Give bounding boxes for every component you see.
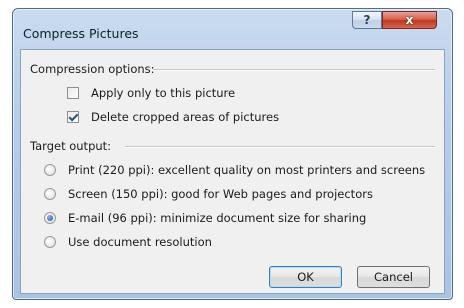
title-bar[interactable]: Compress Pictures ? x <box>13 9 452 43</box>
dialog-body: Compression options: Apply only to this … <box>20 49 445 294</box>
screen-150-option[interactable]: Screen (150 ppi): good for Web pages and… <box>44 187 373 201</box>
cancel-button[interactable]: Cancel <box>357 266 430 288</box>
apply-only-this-picture-option[interactable]: Apply only to this picture <box>67 86 235 100</box>
screen-label[interactable]: Screen (150 ppi): good for Web pages and… <box>68 187 373 201</box>
email-96-option[interactable]: E-mail (96 ppi): minimize document size … <box>44 211 366 225</box>
screen-radio[interactable] <box>44 188 56 200</box>
target-output-heading: Target output: <box>30 139 112 153</box>
delete-cropped-label[interactable]: Delete cropped areas of pictures <box>91 110 279 124</box>
print-220-option[interactable]: Print (220 ppi): excellent quality on mo… <box>44 163 425 177</box>
delete-cropped-areas-option[interactable]: Delete cropped areas of pictures <box>67 110 279 124</box>
apply-only-label[interactable]: Apply only to this picture <box>91 86 235 100</box>
print-radio[interactable] <box>44 164 56 176</box>
ok-button[interactable]: OK <box>269 266 342 288</box>
target-divider <box>125 146 435 148</box>
compression-options-heading: Compression options: <box>30 62 155 76</box>
close-button[interactable]: x <box>382 11 437 29</box>
email-radio[interactable] <box>44 212 56 224</box>
dialog-title: Compress Pictures <box>23 26 139 41</box>
close-icon: x <box>405 13 414 27</box>
compression-divider <box>153 69 435 71</box>
print-label[interactable]: Print (220 ppi): excellent quality on mo… <box>68 163 425 177</box>
document-resolution-label[interactable]: Use document resolution <box>68 235 212 249</box>
help-button[interactable]: ? <box>352 11 382 29</box>
delete-cropped-checkbox[interactable] <box>67 111 79 123</box>
apply-only-checkbox[interactable] <box>67 87 79 99</box>
document-resolution-option[interactable]: Use document resolution <box>44 235 212 249</box>
email-label[interactable]: E-mail (96 ppi): minimize document size … <box>68 211 366 225</box>
compress-pictures-dialog: Compress Pictures ? x Compression option… <box>12 8 453 300</box>
document-resolution-radio[interactable] <box>44 236 56 248</box>
help-icon: ? <box>363 13 371 27</box>
